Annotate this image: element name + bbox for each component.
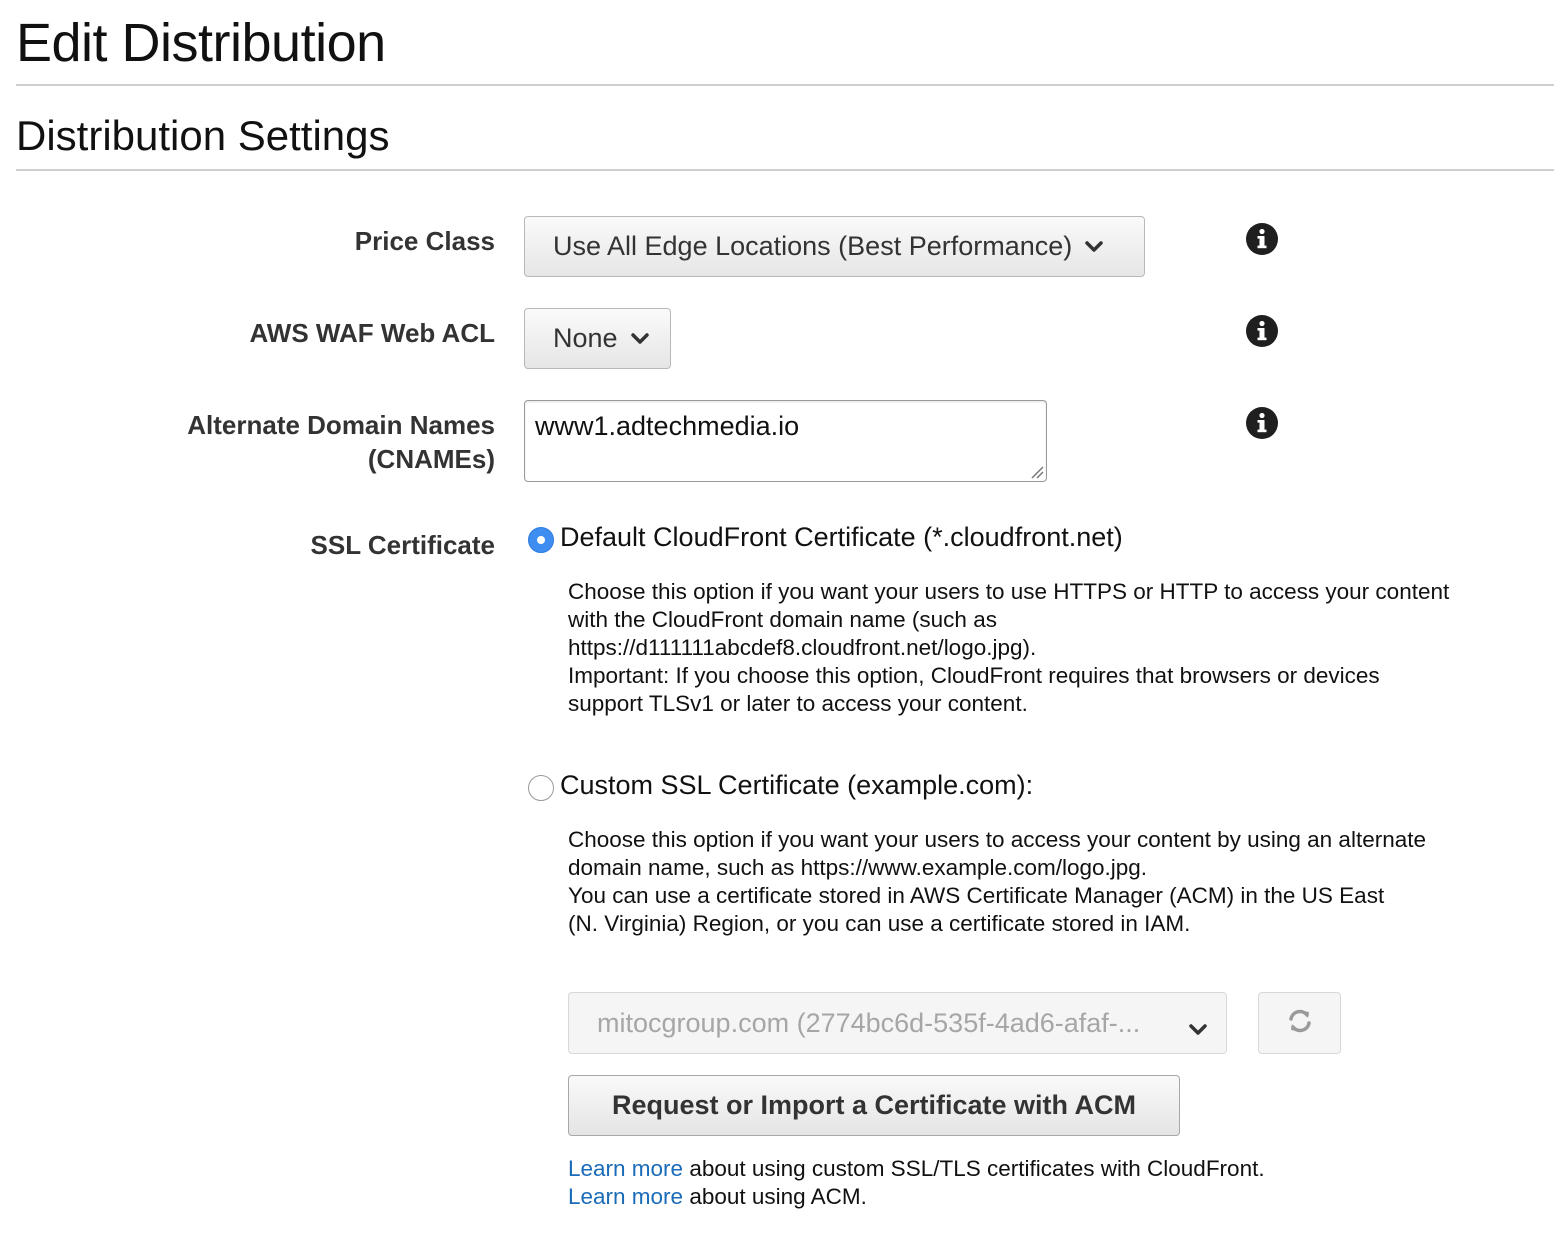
ssl-certificate-label: SSL Certificate	[310, 530, 495, 560]
certificate-select-value: mitocgroup.com (2774bc6d-535f-4ad6-afaf-…	[597, 1007, 1141, 1038]
learn-more-acm-suffix: about using ACM.	[683, 1184, 867, 1209]
waf-select[interactable]: None	[524, 308, 671, 369]
info-icon[interactable]	[1246, 407, 1278, 439]
chevron-down-icon	[1188, 1013, 1208, 1044]
cnames-label-line2: (CNAMEs)	[367, 444, 495, 474]
waf-value: None	[553, 323, 618, 353]
page-title: Edit Distribution	[16, 13, 386, 73]
resize-handle-icon[interactable]	[1030, 465, 1044, 479]
learn-more-ssl-link[interactable]: Learn more	[568, 1156, 683, 1181]
learn-more-acm-link[interactable]: Learn more	[568, 1184, 683, 1209]
price-class-value: Use All Edge Locations (Best Performance…	[553, 231, 1073, 261]
info-icon[interactable]	[1246, 223, 1278, 255]
refresh-certificates-button[interactable]	[1258, 992, 1341, 1054]
request-import-acm-button[interactable]: Request or Import a Certificate with ACM	[568, 1075, 1180, 1136]
default-certificate-label[interactable]: Default CloudFront Certificate (*.cloudf…	[560, 522, 1123, 553]
price-class-select[interactable]: Use All Edge Locations (Best Performance…	[524, 216, 1145, 277]
default-certificate-radio[interactable]	[528, 527, 554, 553]
description-line: https://d111111abcdef8.cloudfront.net/lo…	[568, 635, 1037, 660]
description-line: with the CloudFront domain name (such as	[568, 607, 997, 632]
title-divider	[16, 84, 1554, 86]
learn-more-ssl-text: Learn more about using custom SSL/TLS ce…	[568, 1156, 1265, 1182]
section-divider	[16, 169, 1554, 171]
cnames-input[interactable]	[524, 400, 1047, 482]
info-icon[interactable]	[1246, 315, 1278, 347]
description-line: (N. Virginia) Region, or you can use a c…	[568, 911, 1191, 936]
custom-certificate-description: Choose this option if you want your user…	[568, 826, 1426, 938]
learn-more-acm-text: Learn more about using ACM.	[568, 1184, 867, 1210]
custom-certificate-label[interactable]: Custom SSL Certificate (example.com):	[560, 770, 1033, 801]
learn-more-ssl-suffix: about using custom SSL/TLS certificates …	[683, 1156, 1265, 1181]
refresh-icon	[1286, 1007, 1314, 1040]
waf-label: AWS WAF Web ACL	[249, 318, 495, 348]
custom-certificate-radio[interactable]	[528, 775, 554, 801]
price-class-label: Price Class	[354, 226, 495, 256]
description-line: domain name, such as https://www.example…	[568, 855, 1148, 880]
cnames-label: Alternate Domain Names (CNAMEs)	[187, 408, 495, 476]
cnames-label-line1: Alternate Domain Names	[187, 410, 495, 440]
description-line: Choose this option if you want your user…	[568, 579, 1450, 604]
description-line: support TLSv1 or later to access your co…	[568, 691, 1028, 716]
description-line: Important: If you choose this option, Cl…	[568, 663, 1380, 688]
description-line: Choose this option if you want your user…	[568, 827, 1426, 852]
certificate-select[interactable]: mitocgroup.com (2774bc6d-535f-4ad6-afaf-…	[568, 992, 1227, 1054]
description-line: You can use a certificate stored in AWS …	[568, 883, 1385, 908]
section-title: Distribution Settings	[16, 112, 390, 159]
chevron-down-icon	[1084, 240, 1104, 254]
chevron-down-icon	[630, 332, 650, 346]
default-certificate-description: Choose this option if you want your user…	[568, 578, 1449, 718]
